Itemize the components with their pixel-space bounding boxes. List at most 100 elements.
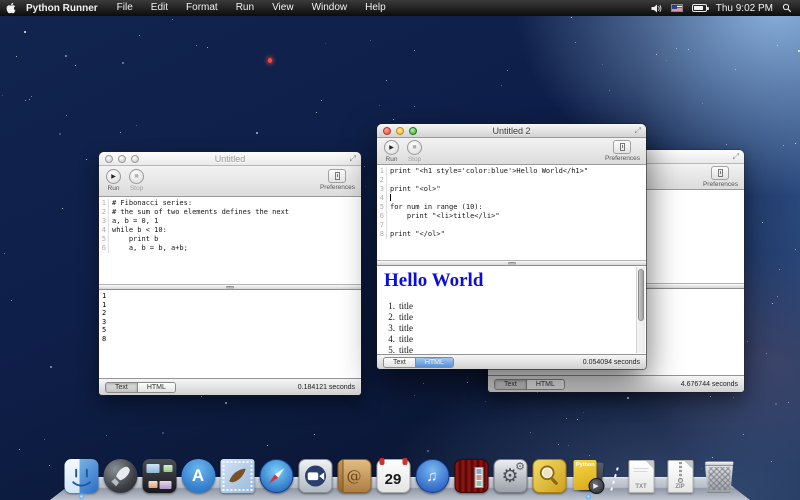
text-tab[interactable]: Text (384, 358, 415, 367)
preferences-button[interactable]: Preferences (703, 166, 738, 188)
star (783, 145, 784, 146)
volume-icon[interactable] (651, 4, 662, 13)
star (393, 119, 394, 120)
dock-item-trash[interactable] (701, 456, 738, 493)
code-editor[interactable]: 1print "<h1 style='color:blue'>Hello Wor… (377, 165, 646, 260)
code-line: 5for num in range (10): (377, 203, 646, 212)
output-pane[interactable]: Hello World 1.title2.title3.title4.title… (377, 266, 646, 354)
dock-item-mail[interactable] (219, 456, 256, 493)
running-indicator (586, 494, 591, 499)
text-tab[interactable]: Text (106, 383, 137, 392)
dock-item-archive-utility[interactable] (531, 456, 568, 493)
menu-format[interactable]: Format (177, 2, 227, 13)
line-number: 1 (99, 199, 109, 208)
app-menus: FileEditFormatRunViewWindowHelp (108, 0, 395, 16)
star (537, 392, 538, 393)
stop-button[interactable]: ■Stop (407, 140, 422, 163)
star (467, 382, 468, 383)
battery-icon[interactable] (692, 4, 707, 12)
star (365, 186, 366, 187)
html-tab[interactable]: HTML (526, 380, 564, 389)
star (688, 49, 689, 50)
menu-file[interactable]: File (108, 2, 142, 13)
star (710, 396, 711, 397)
spotlight-icon[interactable] (782, 3, 792, 13)
star (762, 222, 763, 223)
star (364, 166, 365, 167)
html-tab[interactable]: HTML (415, 358, 453, 367)
dock-item-photo-booth[interactable] (453, 456, 490, 493)
menu-clock[interactable]: Thu 9:02 PM (716, 3, 773, 14)
star (666, 60, 667, 61)
star (583, 412, 584, 413)
line-number: 4 (377, 194, 387, 203)
launchpad-icon (103, 459, 137, 493)
code-line: 4while b < 10: (99, 226, 361, 235)
star (225, 402, 227, 404)
output-line: 8 (102, 335, 361, 344)
play-icon: ▶ (384, 140, 399, 155)
window-untitled-2: Untitled 2 ⤢ ▶Run ■Stop Preferences 1pri… (377, 124, 646, 369)
dock-item-mission-control[interactable] (141, 456, 178, 493)
star (609, 90, 610, 91)
dock-item-txt-document[interactable]: TXT (623, 456, 660, 493)
elapsed-time: 0.054094 seconds (583, 359, 640, 366)
scrollbar-thumb[interactable] (638, 269, 644, 321)
safari-icon (259, 459, 293, 493)
preferences-button[interactable]: Preferences (605, 140, 640, 162)
dock-item-python-runner[interactable]: Python▶ (570, 456, 607, 493)
star (726, 144, 727, 145)
dock-item-zip-document[interactable]: ZIP (662, 456, 699, 493)
menu-run[interactable]: Run (227, 2, 263, 13)
star (772, 303, 773, 304)
menu-help[interactable]: Help (356, 2, 395, 13)
scrollbar[interactable] (636, 267, 645, 353)
html-tab[interactable]: HTML (137, 383, 175, 392)
app-store-icon: A (181, 459, 215, 493)
us-flag-icon[interactable] (671, 4, 683, 12)
text-tab[interactable]: Text (495, 380, 526, 389)
expand-icon[interactable]: ⤢ (733, 153, 744, 161)
star (777, 296, 778, 297)
line-number: 3 (99, 217, 109, 226)
menu-window[interactable]: Window (303, 2, 357, 13)
dock-item-finder[interactable] (63, 456, 100, 493)
titlebar[interactable]: Untitled 2 ⤢ (377, 124, 646, 138)
bottom-bar: Text HTML 0.184121 seconds (99, 378, 361, 395)
preferences-button[interactable]: Preferences (320, 169, 355, 191)
menu-view[interactable]: View (263, 2, 303, 13)
dock-item-system-preferences[interactable]: ⚙⚙ (492, 456, 529, 493)
run-button[interactable]: ▶Run (106, 169, 121, 192)
apple-menu[interactable] (0, 2, 22, 14)
star (24, 31, 26, 33)
titlebar[interactable]: Untitled ⤢ (99, 152, 361, 166)
ical-icon: 29 (376, 459, 410, 493)
line-number: 6 (377, 212, 387, 221)
bottom-bar: Text HTML 4.676744 seconds (488, 375, 744, 392)
dock-item-app-store[interactable]: A (180, 456, 217, 493)
code-line: 3print "<ol>" (377, 185, 646, 194)
run-button[interactable]: ▶Run (384, 140, 399, 163)
status-area: Thu 9:02 PM (651, 3, 800, 14)
star (122, 62, 124, 64)
dock-item-safari[interactable] (258, 456, 295, 493)
dock-item-launchpad[interactable] (102, 456, 139, 493)
dock-item-address-book[interactable]: @ (336, 456, 373, 493)
elapsed-time: 0.184121 seconds (298, 384, 355, 391)
stop-button[interactable]: ■Stop (129, 169, 144, 192)
code-editor[interactable]: 1# Fibonacci series:2# the sum of two el… (99, 197, 361, 284)
list-item: 2.title (377, 312, 646, 323)
menu-edit[interactable]: Edit (142, 2, 177, 13)
system-preferences-icon: ⚙⚙ (493, 459, 527, 493)
python-runner-icon: Python▶ (571, 459, 605, 493)
txt-document-icon: TXT (628, 460, 654, 493)
dock-item-ical[interactable]: 29 (375, 456, 412, 493)
window-title: Untitled (99, 154, 361, 164)
red-star (268, 58, 272, 63)
output-line: 1 (102, 301, 361, 310)
dock-item-itunes[interactable]: ♫ (414, 456, 451, 493)
dock-item-facetime[interactable] (297, 456, 334, 493)
code-line: 6 a, b = b, a+b; (99, 244, 361, 253)
output-pane[interactable]: 112358 (99, 290, 361, 378)
active-app-name[interactable]: Python Runner (22, 3, 108, 14)
